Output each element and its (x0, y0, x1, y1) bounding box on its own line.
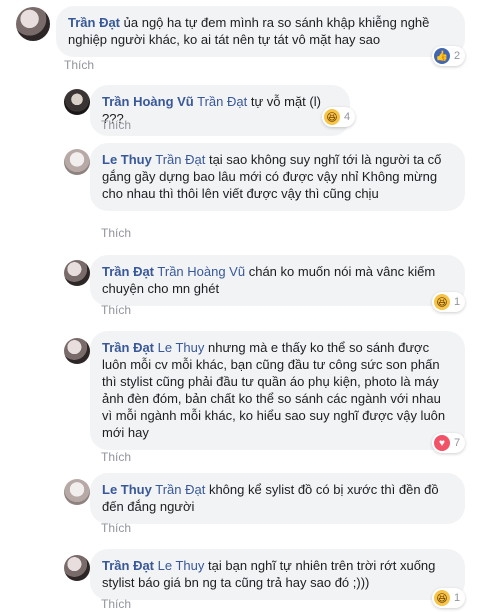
comment-author[interactable]: Trần Đạt (102, 558, 154, 573)
comment-text: không kể sylist đồ có bị xước thì đền đồ… (102, 482, 439, 514)
like-link[interactable]: Thích (101, 450, 131, 464)
mention-link[interactable]: Trần Đạt (197, 94, 247, 109)
reaction-badge[interactable]: 😆 1 (432, 588, 466, 608)
mention-link[interactable]: Trần Đạt (155, 482, 205, 497)
comment-bubble: Trần Đạt ủa ngộ ha tự đem mình ra so sán… (56, 6, 465, 57)
reaction-count: 4 (344, 111, 351, 123)
comment-bubble: Le Thuy Trần Đạt không kể sylist đồ có b… (90, 473, 465, 524)
avatar[interactable] (64, 338, 90, 364)
comment-author[interactable]: Trần Đạt (102, 264, 154, 279)
comment-bubble: Trần Đạt Trần Hoàng Vũ chán ko muốn nói … (90, 255, 465, 306)
like-link[interactable]: Thích (101, 118, 131, 132)
like-link[interactable]: Thích (64, 58, 94, 72)
comment-author[interactable]: Trần Đạt (102, 340, 154, 355)
comment-text: nhưng mà e thấy ko thể so sánh được luôn… (102, 340, 446, 440)
mention-link[interactable]: Le Thuy (158, 558, 205, 573)
like-icon: 👍 (434, 48, 450, 64)
mention-link[interactable]: Le Thuy (158, 340, 205, 355)
comment-author[interactable]: Le Thuy (102, 152, 152, 167)
reaction-badge[interactable]: 😆 1 (432, 292, 466, 312)
avatar[interactable] (64, 555, 90, 581)
reaction-count: 1 (454, 296, 461, 308)
comment-text: tại sao không suy nghĩ tới là người ta c… (102, 152, 442, 201)
mention-link[interactable]: Trần Đạt (155, 152, 205, 167)
reaction-count: 7 (454, 437, 461, 449)
avatar[interactable] (64, 479, 90, 505)
haha-icon: 😆 (324, 109, 340, 125)
reaction-badge[interactable]: 😆 4 (322, 107, 356, 127)
like-link[interactable]: Thích (101, 597, 131, 611)
comment-text: ủa ngộ ha tự đem mình ra so sánh khập kh… (68, 15, 430, 47)
avatar[interactable] (16, 7, 50, 41)
comment-bubble: Trần Đạt Le Thuy tại bạn nghĩ tự nhiên t… (90, 549, 465, 600)
mention-link[interactable]: Trần Hoàng Vũ (157, 264, 245, 279)
reaction-badge[interactable]: ♥ 7 (432, 433, 466, 453)
avatar[interactable] (64, 260, 90, 286)
avatar[interactable] (64, 89, 90, 115)
reaction-count: 1 (454, 592, 461, 604)
haha-icon: 😆 (434, 590, 450, 606)
comment-bubble: Trần Đạt Le Thuy nhưng mà e thấy ko thể … (90, 331, 465, 450)
comment-author[interactable]: Le Thuy (102, 482, 152, 497)
like-link[interactable]: Thích (101, 226, 131, 240)
avatar[interactable] (64, 149, 90, 175)
comment-author[interactable]: Trần Đạt (68, 15, 120, 30)
like-link[interactable]: Thích (101, 303, 131, 317)
love-icon: ♥ (434, 435, 450, 451)
haha-icon: 😆 (434, 294, 450, 310)
comment-bubble: Le Thuy Trần Đạt tại sao không suy nghĩ … (90, 143, 465, 211)
like-link[interactable]: Thích (101, 521, 131, 535)
reaction-badge[interactable]: 👍 2 (432, 46, 466, 66)
reaction-count: 2 (454, 50, 461, 62)
comment-author[interactable]: Trần Hoàng Vũ (102, 94, 194, 109)
